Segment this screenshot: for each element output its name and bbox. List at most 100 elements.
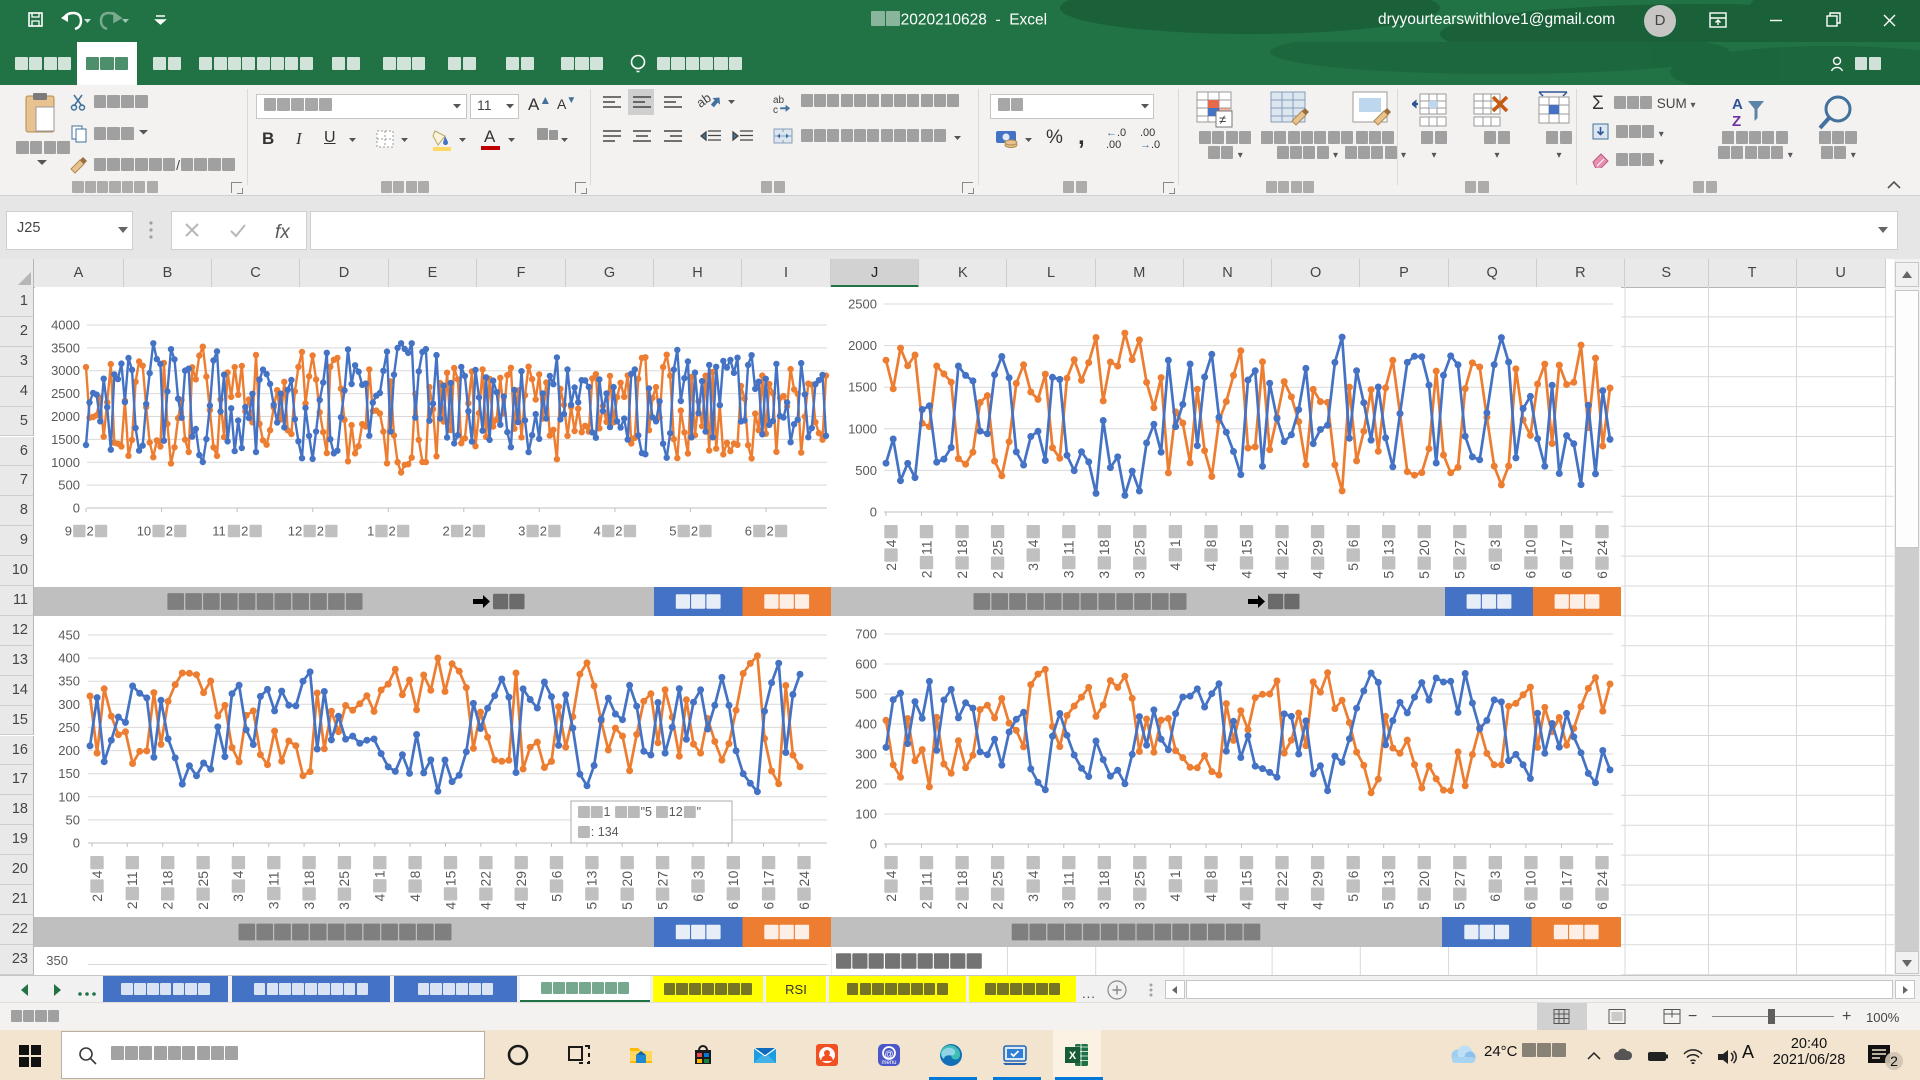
svg-text:11: 11 (918, 540, 934, 555)
svg-text:2: 2 (989, 571, 1005, 579)
svg-text:2: 2 (317, 523, 324, 538)
svg-text:2: 2 (464, 523, 471, 538)
svg-text:1: 1 (1167, 870, 1183, 878)
svg-text:2: 2 (918, 570, 934, 578)
svg-text:5: 5 (1416, 902, 1432, 910)
svg-text:5: 5 (619, 902, 635, 910)
svg-text:3: 3 (690, 870, 706, 878)
svg-text:6: 6 (1345, 870, 1361, 878)
svg-text:20: 20 (1416, 871, 1432, 887)
svg-text:0: 0 (73, 836, 80, 851)
svg-text:menu: menu (881, 1060, 896, 1066)
svg-text:100: 100 (58, 789, 80, 804)
svg-text:6: 6 (1487, 563, 1503, 571)
svg-text:25: 25 (989, 871, 1005, 887)
svg-text:3: 3 (301, 902, 317, 910)
svg-text:5: 5 (669, 523, 676, 538)
svg-text:4: 4 (1025, 539, 1041, 547)
svg-text:@: @ (884, 1049, 893, 1059)
svg-text:3: 3 (1061, 901, 1077, 909)
svg-text:1: 1 (604, 805, 611, 819)
svg-text:6: 6 (725, 902, 741, 910)
svg-text:2: 2 (615, 523, 622, 538)
svg-text:X: X (1069, 1050, 1077, 1062)
svg-text:4: 4 (1203, 894, 1219, 902)
svg-text:3: 3 (1487, 539, 1503, 547)
svg-text:24: 24 (796, 871, 812, 887)
svg-text:≠: ≠ (1219, 112, 1226, 127)
svg-text:10: 10 (725, 870, 741, 886)
svg-text:600: 600 (855, 657, 877, 672)
svg-text:4: 4 (1238, 571, 1254, 579)
svg-text:350: 350 (46, 953, 68, 968)
svg-text:1500: 1500 (51, 432, 80, 447)
svg-text:13: 13 (1381, 870, 1397, 886)
svg-text:0: 0 (73, 501, 80, 516)
svg-text:4: 4 (442, 902, 458, 910)
svg-text:8: 8 (407, 870, 423, 878)
svg-text:11: 11 (266, 871, 282, 886)
svg-text:2: 2 (767, 523, 774, 538)
svg-text:2500: 2500 (51, 386, 80, 401)
svg-text:10: 10 (137, 523, 151, 538)
svg-text:24: 24 (1594, 871, 1610, 887)
svg-text:3000: 3000 (51, 363, 80, 378)
svg-text:4: 4 (1025, 870, 1041, 878)
svg-text:300: 300 (855, 747, 877, 762)
svg-text:25: 25 (195, 871, 211, 887)
svg-text:20: 20 (1416, 540, 1432, 556)
svg-text:4: 4 (883, 539, 899, 547)
svg-text:4: 4 (372, 894, 388, 902)
svg-text:2: 2 (883, 894, 899, 902)
svg-text:": " (697, 805, 701, 819)
svg-text:6: 6 (1345, 539, 1361, 547)
svg-text:3: 3 (1132, 902, 1148, 910)
svg-text:4: 4 (230, 870, 246, 878)
svg-text:11: 11 (918, 871, 934, 886)
svg-text:200: 200 (58, 743, 80, 758)
svg-text:3: 3 (1025, 563, 1041, 571)
svg-text:27: 27 (654, 871, 670, 887)
svg-text:5: 5 (1381, 571, 1397, 579)
svg-text:3: 3 (266, 901, 282, 909)
svg-text:"5: "5 (641, 805, 652, 819)
svg-text:6: 6 (760, 902, 776, 910)
svg-text:2: 2 (87, 523, 94, 538)
svg-text:2: 2 (954, 571, 970, 579)
svg-text:11: 11 (212, 523, 226, 538)
svg-text:0: 0 (870, 837, 877, 852)
svg-text:ab: ab (698, 91, 714, 111)
svg-text:4: 4 (1203, 563, 1219, 571)
svg-text:6: 6 (690, 894, 706, 902)
svg-text:4: 4 (478, 902, 494, 910)
svg-text:2: 2 (160, 902, 176, 910)
svg-text:4: 4 (1238, 902, 1254, 910)
svg-text:150: 150 (58, 766, 80, 781)
svg-text:6: 6 (1594, 571, 1610, 579)
svg-text:11: 11 (1061, 540, 1077, 555)
svg-text:3: 3 (1096, 571, 1112, 579)
svg-text:1000: 1000 (51, 455, 80, 470)
svg-text:9: 9 (65, 523, 72, 538)
svg-text:25: 25 (336, 871, 352, 887)
svg-text:fx: fx (275, 222, 291, 243)
svg-text:2: 2 (883, 563, 899, 571)
svg-text:2000: 2000 (848, 338, 877, 353)
svg-text:400: 400 (855, 717, 877, 732)
svg-text:8: 8 (1203, 539, 1219, 547)
svg-text:5: 5 (1345, 894, 1361, 902)
svg-text:4: 4 (1167, 894, 1183, 902)
svg-text:6: 6 (1523, 902, 1539, 910)
svg-text:2000: 2000 (51, 409, 80, 424)
svg-text:17: 17 (1558, 870, 1574, 886)
svg-text:A: A (1732, 96, 1743, 113)
svg-text:2: 2 (166, 523, 173, 538)
svg-text:3: 3 (1025, 894, 1041, 902)
svg-text:4000: 4000 (51, 318, 80, 333)
svg-text:25: 25 (1132, 540, 1148, 556)
svg-text:3: 3 (1096, 902, 1112, 910)
svg-text:11: 11 (124, 871, 140, 886)
svg-text:6: 6 (1558, 571, 1574, 579)
svg-text:1000: 1000 (848, 421, 877, 436)
svg-text:2: 2 (443, 523, 450, 538)
